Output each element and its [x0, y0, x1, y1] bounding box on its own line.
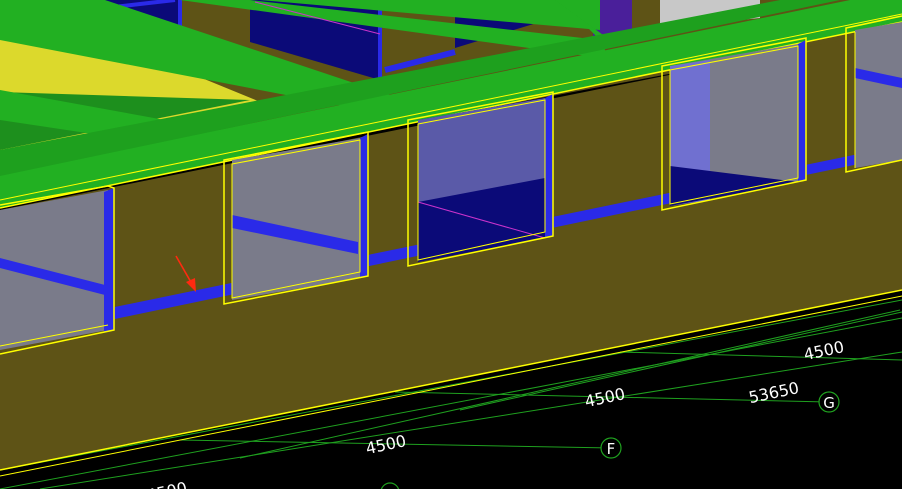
- 3d-model-viewport[interactable]: F G 4500 4500 4500 4500 53650: [0, 0, 902, 489]
- grid-axis-marker-f[interactable]: F: [600, 437, 622, 459]
- wall-opening[interactable]: [0, 185, 115, 355]
- grid-axis-marker-g[interactable]: G: [818, 391, 840, 413]
- wall-opening[interactable]: [223, 131, 369, 305]
- wall-opening[interactable]: [661, 37, 807, 211]
- wall-opening[interactable]: [407, 91, 554, 267]
- axis-label-f: F: [607, 440, 616, 458]
- axis-label-g: G: [823, 394, 835, 412]
